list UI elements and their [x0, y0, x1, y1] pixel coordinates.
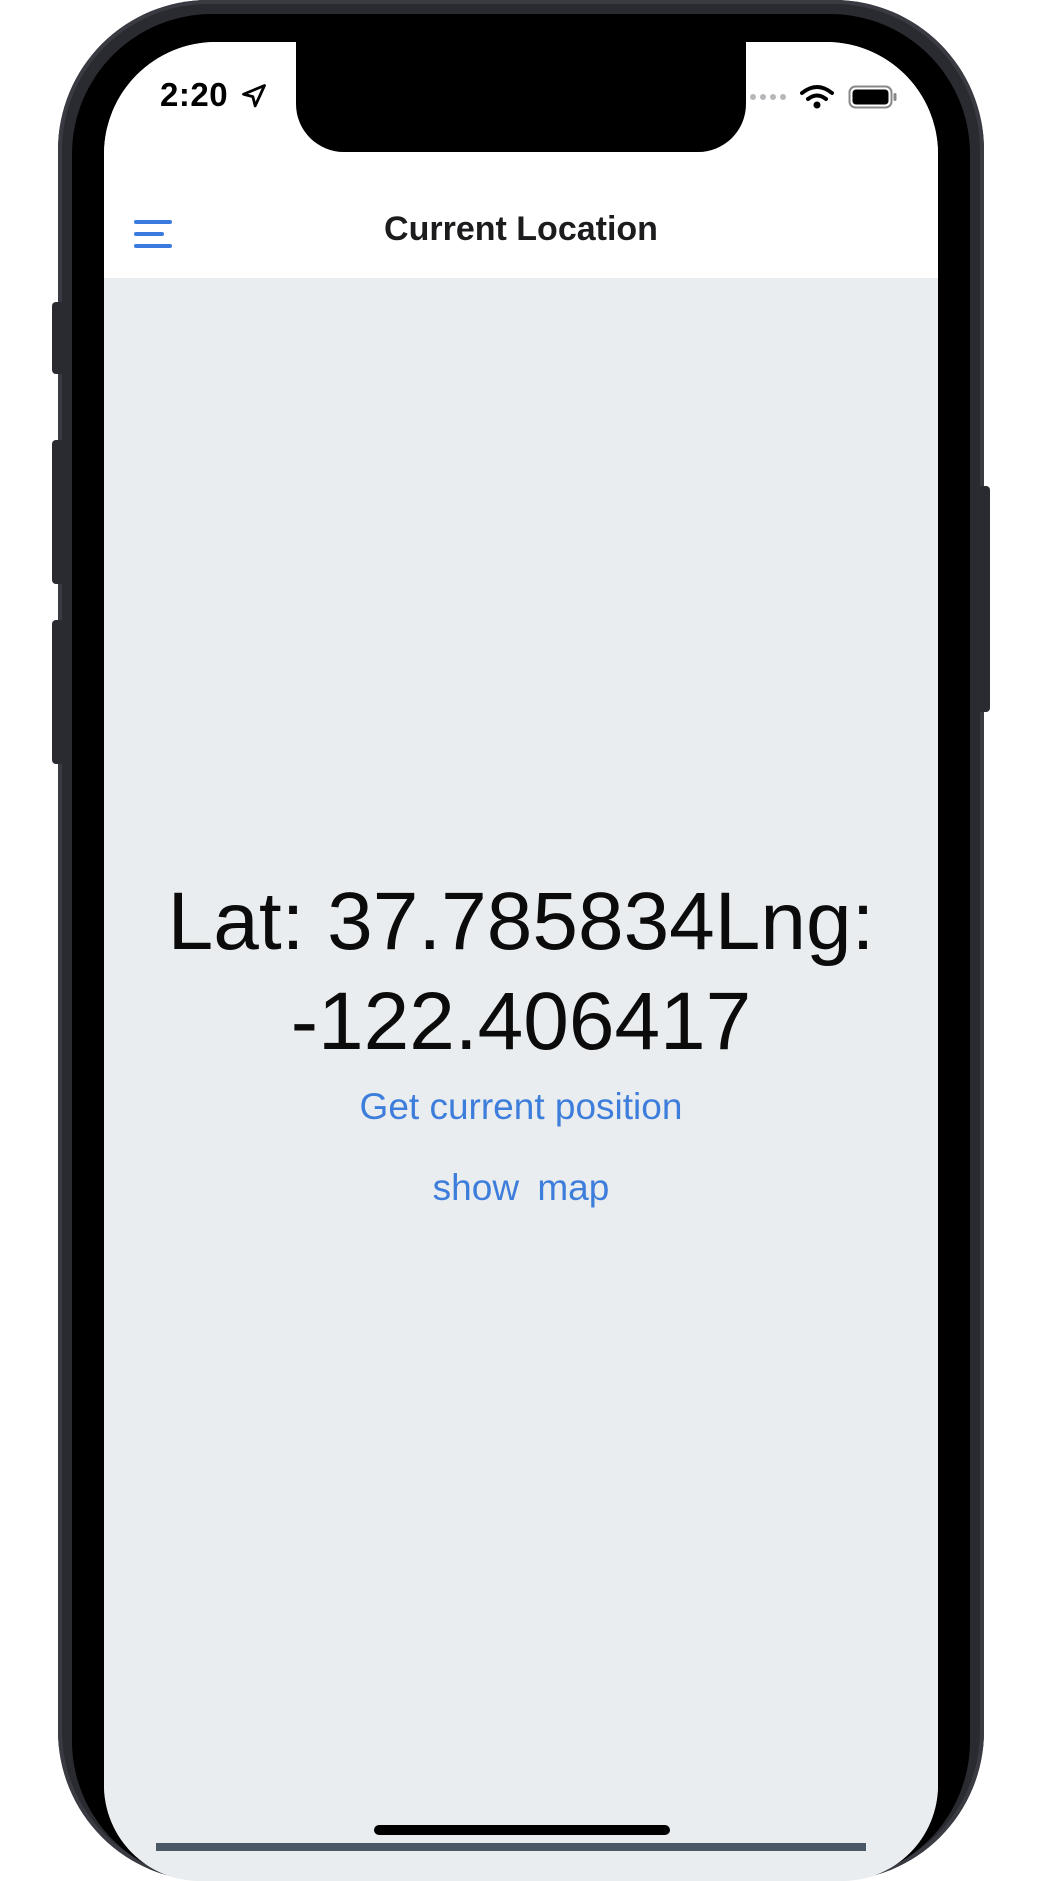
- wifi-icon: [800, 85, 834, 109]
- cellular-dots-icon: [750, 94, 786, 100]
- navigation-bar: Current Location: [104, 152, 938, 278]
- volume-down-button: [52, 620, 64, 764]
- home-indicator[interactable]: [374, 1825, 670, 1835]
- power-button: [978, 486, 990, 712]
- show-map-button[interactable]: show map: [104, 1167, 938, 1209]
- status-time: 2:20: [160, 76, 229, 113]
- main-content: Lat: 37.785834Lng: -122.406417 Get curre…: [104, 278, 938, 1881]
- coordinates-text: Lat: 37.785834Lng: -122.406417: [167, 876, 875, 1067]
- mute-switch: [52, 302, 64, 374]
- battery-icon: [848, 85, 897, 109]
- page-title: Current Location: [384, 210, 658, 248]
- bottom-strip: [156, 1843, 866, 1851]
- app-screen: 2:20 Current Location Lat: 37.785834Lng:…: [104, 42, 938, 1881]
- status-indicators: [750, 82, 898, 112]
- location-arrow-icon: [242, 84, 266, 108]
- get-current-position-button[interactable]: Get current position: [104, 1086, 938, 1128]
- volume-up-button: [52, 440, 64, 584]
- device-notch: [296, 42, 746, 152]
